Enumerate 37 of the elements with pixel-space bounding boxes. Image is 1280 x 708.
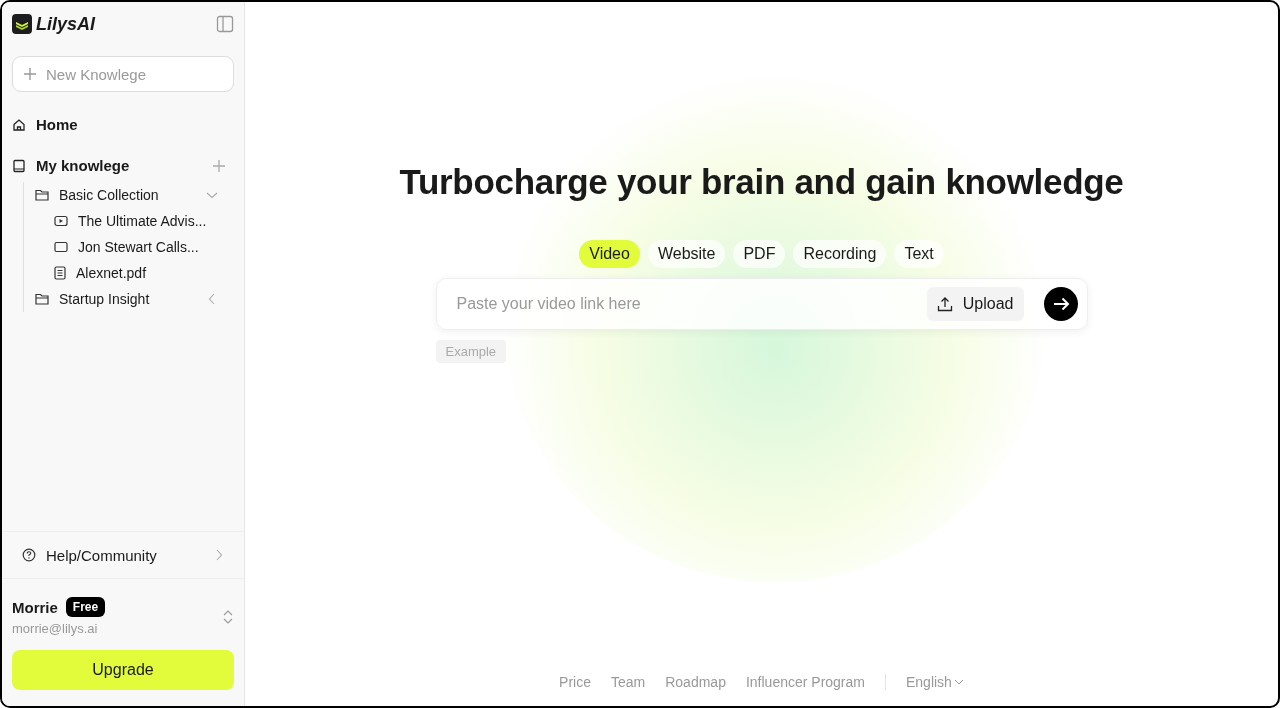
source-tab[interactable]: PDF [733, 240, 786, 268]
question-icon [22, 548, 36, 562]
user-name: Morrie [12, 598, 58, 616]
upgrade-button[interactable]: Upgrade [12, 650, 234, 690]
folder-item[interactable]: Startup Insight [35, 286, 234, 312]
folder-item[interactable]: Basic Collection [35, 182, 234, 208]
upload-icon [936, 296, 953, 312]
home-icon [12, 117, 26, 132]
link-field[interactable]: Paste your video link here Upload [435, 278, 1088, 330]
play-icon [54, 215, 68, 227]
chevron-right-icon [214, 549, 224, 561]
app-name: LilysAI [36, 13, 96, 35]
sidebar-toggle-icon[interactable] [216, 15, 234, 33]
file-item[interactable]: Jon Stewart Calls... [35, 234, 234, 260]
source-tab[interactable]: Text [894, 240, 944, 268]
window-icon [54, 241, 68, 253]
source-tab[interactable]: Website [647, 240, 726, 268]
source-tab[interactable]: Recording [793, 240, 887, 268]
folder-icon [35, 293, 49, 305]
expand-icon[interactable] [222, 608, 234, 625]
source-tab[interactable]: Video [579, 240, 640, 268]
plus-icon [23, 67, 37, 81]
file-item[interactable]: The Ultimate Advis... [35, 208, 234, 234]
book-icon [12, 158, 26, 173]
plan-badge: Free [65, 597, 106, 617]
logo-icon [12, 14, 32, 34]
add-icon[interactable] [212, 158, 226, 173]
upload-button[interactable]: Upload [926, 287, 1024, 321]
section-title: My knowlege [36, 157, 131, 174]
document-icon [54, 266, 66, 280]
folder-icon [35, 189, 49, 201]
headline: Turbocharge your brain and gain knowledge [399, 162, 1124, 202]
home-link[interactable]: Home [12, 116, 234, 133]
user-email: morrie@lilys.ai [12, 621, 99, 636]
chevron-down-icon [953, 678, 964, 686]
file-item[interactable]: Alexnet.pdf [35, 260, 234, 286]
help-link[interactable]: Help/Community [2, 531, 244, 579]
